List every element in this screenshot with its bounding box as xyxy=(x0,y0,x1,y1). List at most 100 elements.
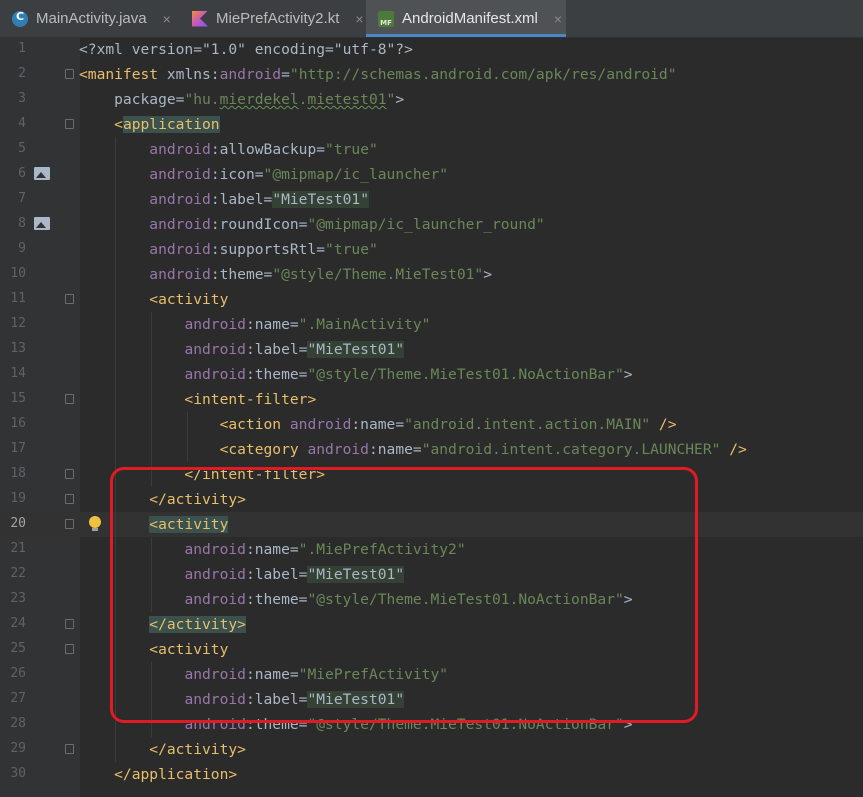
code-line[interactable]: 27 android:label="MieTest01" xyxy=(0,687,863,712)
code-line[interactable]: 24 </activity> xyxy=(0,612,863,637)
code-token: "hu. xyxy=(184,91,220,108)
fold-toggle-icon[interactable] xyxy=(65,619,74,629)
code-line[interactable]: 5 android:allowBackup="true" xyxy=(0,137,863,162)
close-icon[interactable]: × xyxy=(554,11,562,27)
code-line[interactable]: 9 android:supportsRtl="true" xyxy=(0,237,863,262)
code-token: :icon= xyxy=(210,166,264,183)
code-token: :theme= xyxy=(245,366,308,383)
code-token: android xyxy=(184,591,246,608)
image-preview-icon[interactable] xyxy=(34,167,50,180)
code-text: android:label="MieTest01" xyxy=(79,190,369,209)
code-line[interactable]: 12 android:name=".MainActivity" xyxy=(0,312,863,337)
fold-toggle-icon[interactable] xyxy=(65,119,74,129)
code-line[interactable]: 6 android:icon="@mipmap/ic_launcher" xyxy=(0,162,863,187)
fold-toggle-icon[interactable] xyxy=(65,294,74,304)
code-token: > xyxy=(483,266,492,283)
tab-android-manifest[interactable]: AndroidManifest.xml × xyxy=(366,0,566,37)
code-token: android xyxy=(184,716,246,733)
code-line[interactable]: 23 android:theme="@style/Theme.MieTest01… xyxy=(0,587,863,612)
code-line[interactable]: 7 android:label="MieTest01" xyxy=(0,187,863,212)
code-line[interactable]: 10 android:theme="@style/Theme.MieTest01… xyxy=(0,262,863,287)
code-token: "http://schemas.android.com/apk/res/andr… xyxy=(289,66,677,83)
tab-label: MainActivity.java xyxy=(36,10,147,27)
code-text: <?xml version="1.0" encoding="utf-8"?> xyxy=(79,40,413,59)
code-line[interactable]: 16 <action android:name="android.intent.… xyxy=(0,412,863,437)
code-token: <activity xyxy=(149,516,229,533)
line-number: 7 xyxy=(18,191,26,206)
code-token: "MiePrefActivity" xyxy=(298,666,449,683)
kotlin-file-icon xyxy=(192,10,208,27)
line-number: 3 xyxy=(18,91,26,106)
line-number: 9 xyxy=(18,241,26,256)
fold-toggle-icon[interactable] xyxy=(65,394,74,404)
close-icon[interactable]: × xyxy=(355,11,363,27)
code-text: <activity xyxy=(79,640,228,659)
line-number: 4 xyxy=(18,116,26,131)
code-text: android:name="MiePrefActivity" xyxy=(79,665,448,684)
code-token: android xyxy=(149,216,211,233)
fold-toggle-icon[interactable] xyxy=(65,69,74,79)
fold-toggle-icon[interactable] xyxy=(65,494,74,504)
code-token: <activity xyxy=(79,641,229,658)
code-token: "android.intent.category.LAUNCHER" xyxy=(421,441,721,458)
fold-toggle-icon[interactable] xyxy=(65,519,74,529)
code-line[interactable]: 19 </activity> xyxy=(0,487,863,512)
code-line[interactable]: 8 android:roundIcon="@mipmap/ic_launcher… xyxy=(0,212,863,237)
code-line[interactable]: 26 android:name="MiePrefActivity" xyxy=(0,662,863,687)
line-number: 30 xyxy=(10,766,26,781)
code-line[interactable]: 2 <manifest xmlns:android="http://schemas… xyxy=(0,62,863,87)
fold-toggle-icon[interactable] xyxy=(65,469,74,479)
java-class-icon xyxy=(12,10,28,27)
code-line[interactable]: 20 <activity xyxy=(0,512,863,537)
code-line[interactable]: 30 </application> xyxy=(0,762,863,787)
code-line[interactable]: 1 <?xml version="1.0" encoding="utf-8"?> xyxy=(0,37,863,62)
fold-toggle-icon[interactable] xyxy=(65,744,74,754)
code-line[interactable]: 21 android:name=".MiePrefActivity2" xyxy=(0,537,863,562)
code-token: > xyxy=(623,591,633,608)
code-line[interactable]: 14 android:theme="@style/Theme.MieTest01… xyxy=(0,362,863,387)
code-token: "MieTest01" xyxy=(307,341,405,358)
code-line[interactable]: 22 android:label="MieTest01" xyxy=(0,562,863,587)
code-line[interactable]: 13 android:label="MieTest01" xyxy=(0,337,863,362)
close-icon[interactable]: × xyxy=(163,11,171,27)
code-token: /> xyxy=(720,441,747,458)
code-token: mietest01 xyxy=(307,91,387,108)
code-text: android:icon="@mipmap/ic_launcher" xyxy=(79,165,448,184)
code-line[interactable]: 18 </intent-filter> xyxy=(0,462,863,487)
fold-toggle-icon[interactable] xyxy=(65,644,74,654)
line-number: 26 xyxy=(10,666,26,681)
code-token: "MieTest01" xyxy=(307,691,405,708)
tab-mie-pref-activity2[interactable]: MiePrefActivity2.kt × xyxy=(180,0,364,37)
code-line[interactable]: 17 <category android:name="android.inten… xyxy=(0,437,863,462)
code-line[interactable]: 25 <activity xyxy=(0,637,863,662)
image-preview-icon[interactable] xyxy=(34,217,50,230)
code-line[interactable]: 28 android:theme="@style/Theme.MieTest01… xyxy=(0,712,863,737)
code-token: </intent-filter> xyxy=(79,466,326,483)
code-token: < xyxy=(79,116,123,133)
code-line[interactable]: 4 <application xyxy=(0,112,863,137)
code-token: :theme= xyxy=(210,266,273,283)
code-text: android:roundIcon="@mipmap/ic_launcher_r… xyxy=(79,215,544,234)
code-token: :label= xyxy=(245,566,308,583)
code-editor[interactable]: 1 <?xml version="1.0" encoding="utf-8"?> 2… xyxy=(0,37,863,797)
code-token: :name= xyxy=(245,541,299,558)
code-line[interactable]: 15 <intent-filter> xyxy=(0,387,863,412)
code-token: :supportsRtl= xyxy=(210,241,326,258)
tab-main-activity[interactable]: MainActivity.java × xyxy=(0,0,174,37)
code-line[interactable]: 11 <activity xyxy=(0,287,863,312)
code-line[interactable]: 29 </activity> xyxy=(0,737,863,762)
code-text: android:theme="@style/Theme.MieTest01.No… xyxy=(79,590,633,609)
code-token: "MieTest01" xyxy=(272,191,369,208)
code-line[interactable]: 3 package="hu.mierdekel.mietest01"> xyxy=(0,87,863,112)
